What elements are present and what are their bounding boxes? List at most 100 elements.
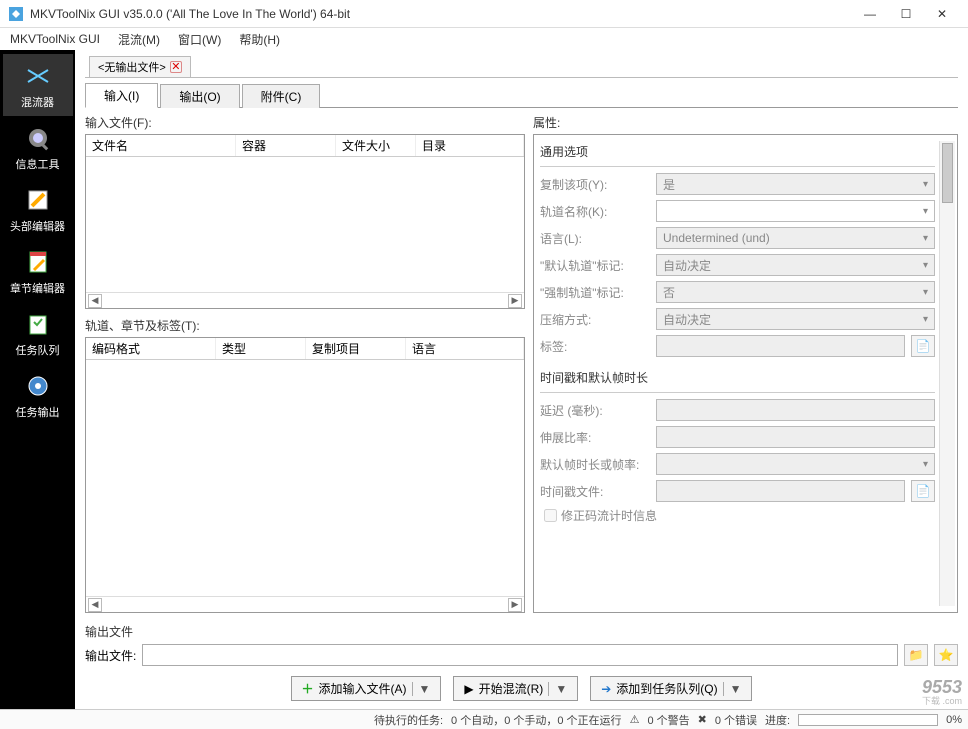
maximize-button[interactable]: ☐ (888, 2, 924, 26)
browse-tags-button[interactable]: 📄 (911, 335, 935, 357)
scroll-right-icon[interactable]: ▶ (508, 294, 522, 308)
col-dir[interactable]: 目录 (416, 135, 524, 156)
input-files-list[interactable]: 文件名 容器 文件大小 目录 ◀ ▶ (85, 134, 525, 309)
col-container[interactable]: 容器 (236, 135, 336, 156)
start-mux-button[interactable]: ▶ 开始混流(R) ▼ (453, 676, 578, 701)
col-lang[interactable]: 语言 (406, 338, 524, 359)
error-icon: ✖ (698, 713, 707, 726)
app-icon (8, 6, 24, 22)
scroll-thumb[interactable] (942, 143, 953, 203)
properties-vscroll[interactable] (939, 141, 955, 606)
scroll-right-icon[interactable]: ▶ (508, 598, 522, 612)
queue-add-icon: ➔ (601, 682, 611, 696)
scroll-track[interactable] (102, 294, 508, 308)
chevron-down-icon: ▾ (923, 260, 928, 271)
select-language[interactable]: Undetermined (und)▾ (656, 227, 935, 249)
scroll-track[interactable] (102, 598, 508, 612)
body-row: 输入文件(F): 文件名 容器 文件大小 目录 ◀ ▶ 轨道、章节 (85, 114, 958, 613)
close-tab-icon[interactable]: ✕ (170, 61, 182, 73)
col-filename[interactable]: 文件名 (86, 135, 236, 156)
chevron-down-icon[interactable]: ▼ (412, 682, 431, 696)
folder-icon: 📄 (916, 339, 931, 353)
sidebar-item-job-output[interactable]: 任务输出 (3, 364, 73, 426)
right-column: 属性: 通用选项 复制该项(Y): 是▾ 轨道名称(K): ▾ (533, 114, 958, 613)
recent-output-button[interactable]: ⭐ (934, 644, 958, 666)
output-field-label: 输出文件: (85, 647, 136, 664)
sidebar-item-header-editor[interactable]: 头部编辑器 (3, 178, 73, 240)
chevron-down-icon: ▾ (923, 179, 928, 190)
row-tags: 标签: 📄 (540, 335, 935, 357)
input-stretch[interactable] (656, 426, 935, 448)
col-codec[interactable]: 编码格式 (86, 338, 216, 359)
hscroll-input[interactable]: ◀ ▶ (86, 292, 524, 308)
select-forced-flag[interactable]: 否▾ (656, 281, 935, 303)
minimize-button[interactable]: — (852, 2, 888, 26)
sidebar-item-chapter-editor[interactable]: 章节编辑器 (3, 240, 73, 302)
col-type[interactable]: 类型 (216, 338, 306, 359)
label-forced-flag: "强制轨道"标记: (540, 284, 650, 301)
value-copy-item: 是 (663, 176, 675, 193)
output-icon (22, 370, 54, 402)
input-files-body[interactable] (86, 157, 524, 292)
mux-icon (22, 60, 54, 92)
hscroll-tracks[interactable]: ◀ ▶ (86, 596, 524, 612)
value-language: Undetermined (und) (663, 231, 770, 245)
select-copy-item[interactable]: 是▾ (656, 173, 935, 195)
input-timestamp-file[interactable] (656, 480, 905, 502)
tab-attachments[interactable]: 附件(C) (242, 84, 321, 108)
sidebar-item-label: 任务输出 (16, 404, 60, 420)
tracks-body[interactable] (86, 360, 524, 596)
chevron-down-icon[interactable]: ▼ (723, 682, 742, 696)
sidebar-item-info[interactable]: 信息工具 (3, 116, 73, 178)
label-default-duration: 默认帧时长或帧率: (540, 456, 650, 473)
statusbar: 待执行的任务: 0 个自动，0 个手动，0 个正在运行 ⚠ 0 个警告 ✖ 0 … (0, 709, 968, 729)
output-file-input[interactable] (142, 644, 898, 666)
progress-bar (798, 714, 938, 726)
left-column: 输入文件(F): 文件名 容器 文件大小 目录 ◀ ▶ 轨道、章节 (85, 114, 525, 613)
star-icon: ⭐ (939, 648, 954, 662)
browse-timestamp-button[interactable]: 📄 (911, 480, 935, 502)
label-timestamp-file: 时间戳文件: (540, 483, 650, 500)
chevron-down-icon[interactable]: ▼ (548, 682, 567, 696)
scroll-left-icon[interactable]: ◀ (88, 598, 102, 612)
row-delay: 延迟 (毫秒): (540, 399, 935, 421)
label-language: 语言(L): (540, 230, 650, 247)
checkbox-fix-bitstream[interactable] (544, 509, 557, 522)
menu-mux[interactable]: 混流(M) (114, 31, 164, 48)
input-tags[interactable] (656, 335, 905, 357)
menu-gui[interactable]: MKVToolNix GUI (6, 32, 104, 46)
scroll-left-icon[interactable]: ◀ (88, 294, 102, 308)
queue-icon (22, 308, 54, 340)
file-tab-label: <无输出文件> (98, 59, 166, 75)
select-default-flag[interactable]: 自动决定▾ (656, 254, 935, 276)
select-compression[interactable]: 自动决定▾ (656, 308, 935, 330)
input-files-header: 文件名 容器 文件大小 目录 (86, 135, 524, 157)
tab-input[interactable]: 输入(I) (85, 83, 158, 108)
status-progress-label: 进度: (765, 712, 790, 728)
sidebar-item-mux[interactable]: 混流器 (3, 54, 73, 116)
browse-output-button[interactable]: 📁 (904, 644, 928, 666)
add-queue-button[interactable]: ➔ 添加到任务队列(Q) ▼ (590, 676, 752, 701)
tracks-label: 轨道、章节及标签(T): (85, 317, 525, 334)
menu-help[interactable]: 帮助(H) (235, 31, 284, 48)
add-input-button[interactable]: ＋ 添加输入文件(A) ▼ (291, 676, 442, 701)
tracks-list[interactable]: 编码格式 类型 复制项目 语言 ◀ ▶ (85, 337, 525, 613)
sidebar-item-job-queue[interactable]: 任务队列 (3, 302, 73, 364)
col-copy[interactable]: 复制项目 (306, 338, 406, 359)
folder-open-icon: 📁 (909, 648, 924, 662)
close-button[interactable]: ✕ (924, 2, 960, 26)
sidebar: 混流器 信息工具 头部编辑器 章节编辑器 任务队列 任务输出 (0, 50, 75, 709)
folder-icon: 📄 (916, 484, 931, 498)
row-track-name: 轨道名称(K): ▾ (540, 200, 935, 222)
col-size[interactable]: 文件大小 (336, 135, 416, 156)
input-delay[interactable] (656, 399, 935, 421)
input-track-name[interactable]: ▾ (656, 200, 935, 222)
input-default-duration[interactable]: ▾ (656, 453, 935, 475)
menu-window[interactable]: 窗口(W) (174, 31, 225, 48)
input-files-label: 输入文件(F): (85, 114, 525, 131)
window-title: MKVToolNix GUI v35.0.0 ('All The Love In… (30, 7, 852, 21)
tab-output[interactable]: 输出(O) (160, 84, 239, 108)
row-fix-bitstream[interactable]: 修正码流计时信息 (540, 507, 935, 524)
file-tab[interactable]: <无输出文件> ✕ (89, 56, 191, 77)
add-input-label: 添加输入文件(A) (319, 680, 407, 697)
